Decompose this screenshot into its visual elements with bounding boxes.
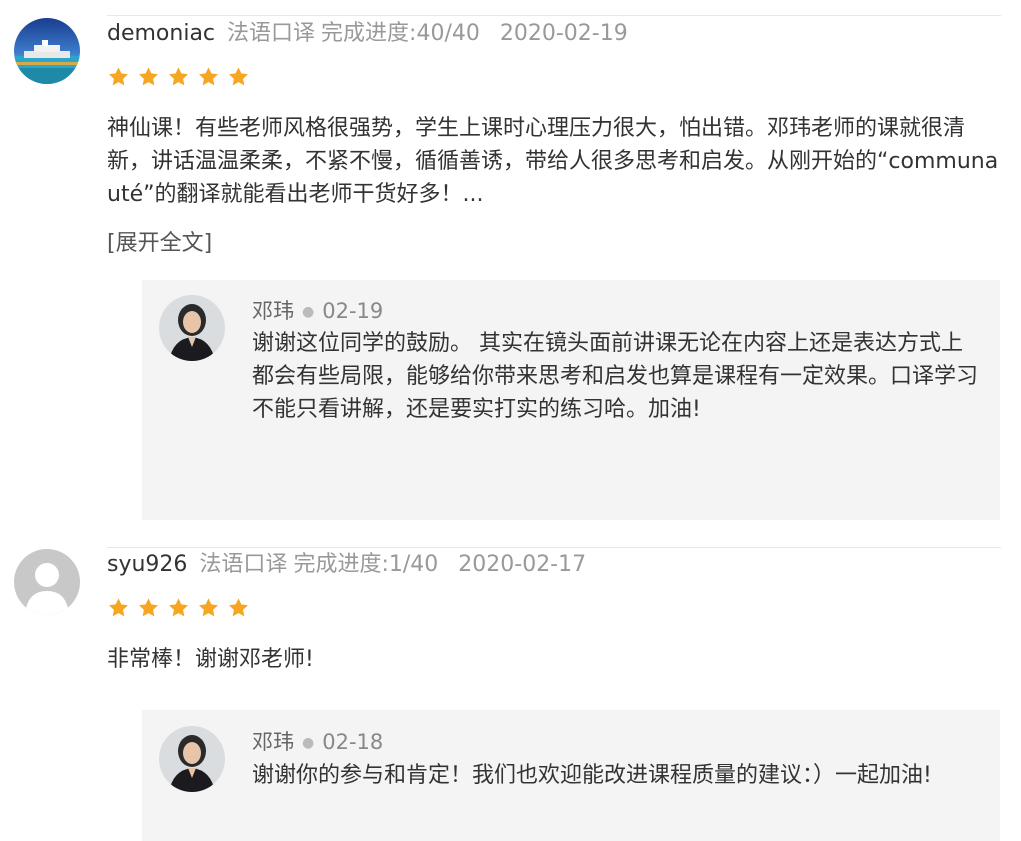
divider	[107, 547, 1001, 548]
star-icon	[229, 67, 248, 86]
dot-separator: ●	[302, 735, 315, 751]
star-icon	[139, 598, 158, 617]
star-icon	[169, 67, 188, 86]
avatar-image	[14, 18, 80, 84]
reply-meta: 邓玮 ● 02-18	[252, 728, 383, 757]
user-avatar[interactable]	[14, 18, 80, 84]
progress-text: 完成进度:1/40	[293, 552, 439, 577]
reply-meta: 邓玮 ● 02-19	[252, 297, 383, 326]
course-name: 法语口译	[227, 21, 316, 46]
reply-username[interactable]: 邓玮	[252, 299, 294, 323]
teacher-avatar[interactable]	[159, 295, 225, 361]
star-icon	[109, 598, 128, 617]
star-rating	[107, 66, 250, 88]
review-date: 2020-02-19	[499, 21, 628, 46]
teacher-reply: 邓玮 ● 02-18 谢谢你的参与和肯定！我们也欢迎能改进课程质量的建议：）一起加油…	[142, 710, 1000, 841]
avatar-image	[159, 295, 225, 361]
star-icon	[229, 598, 248, 617]
review-content: 非常棒！谢谢邓老师!	[107, 647, 314, 672]
review-meta: demoniac 法语口译 完成进度:40/40 2020-02-19	[107, 19, 628, 49]
reply-date: 02-18	[322, 730, 384, 754]
review-content: 神仙课！有些老师风格很强势，学生上课时心理压力很大，怕出错。邓玮老师的课就很清新…	[107, 116, 999, 207]
teacher-reply: 邓玮 ● 02-19 谢谢这位同学的鼓励。 其实在镜头面前讲课无论在内容上还是表达方…	[142, 280, 1000, 520]
review-meta: syu926 法语口译 完成进度:1/40 2020-02-17	[107, 550, 586, 580]
star-icon	[169, 598, 188, 617]
review-date: 2020-02-17	[458, 552, 587, 577]
divider	[107, 15, 1001, 16]
star-icon	[109, 67, 128, 86]
star-icon	[199, 67, 218, 86]
star-rating	[107, 597, 250, 619]
teacher-avatar[interactable]	[159, 726, 225, 792]
reply-text: 谢谢你的参与和肯定！我们也欢迎能改进课程质量的建议：）一起加油!	[252, 763, 932, 788]
expand-full-text-link[interactable]: [展开全文]	[107, 229, 212, 259]
user-avatar[interactable]	[14, 549, 80, 615]
star-icon	[139, 67, 158, 86]
progress-text: 完成进度:40/40	[321, 21, 480, 46]
reply-username[interactable]: 邓玮	[252, 730, 294, 754]
star-icon	[199, 598, 218, 617]
default-avatar-icon	[14, 549, 80, 615]
dot-separator: ●	[302, 304, 315, 320]
course-name: 法语口译	[199, 552, 288, 577]
username[interactable]: syu926	[107, 552, 187, 577]
reply-text: 谢谢这位同学的鼓励。 其实在镜头面前讲课无论在内容上还是表达方式上都会有些局限，…	[252, 331, 979, 422]
reply-date: 02-19	[322, 299, 384, 323]
username[interactable]: demoniac	[107, 21, 215, 46]
avatar-image	[159, 726, 225, 792]
